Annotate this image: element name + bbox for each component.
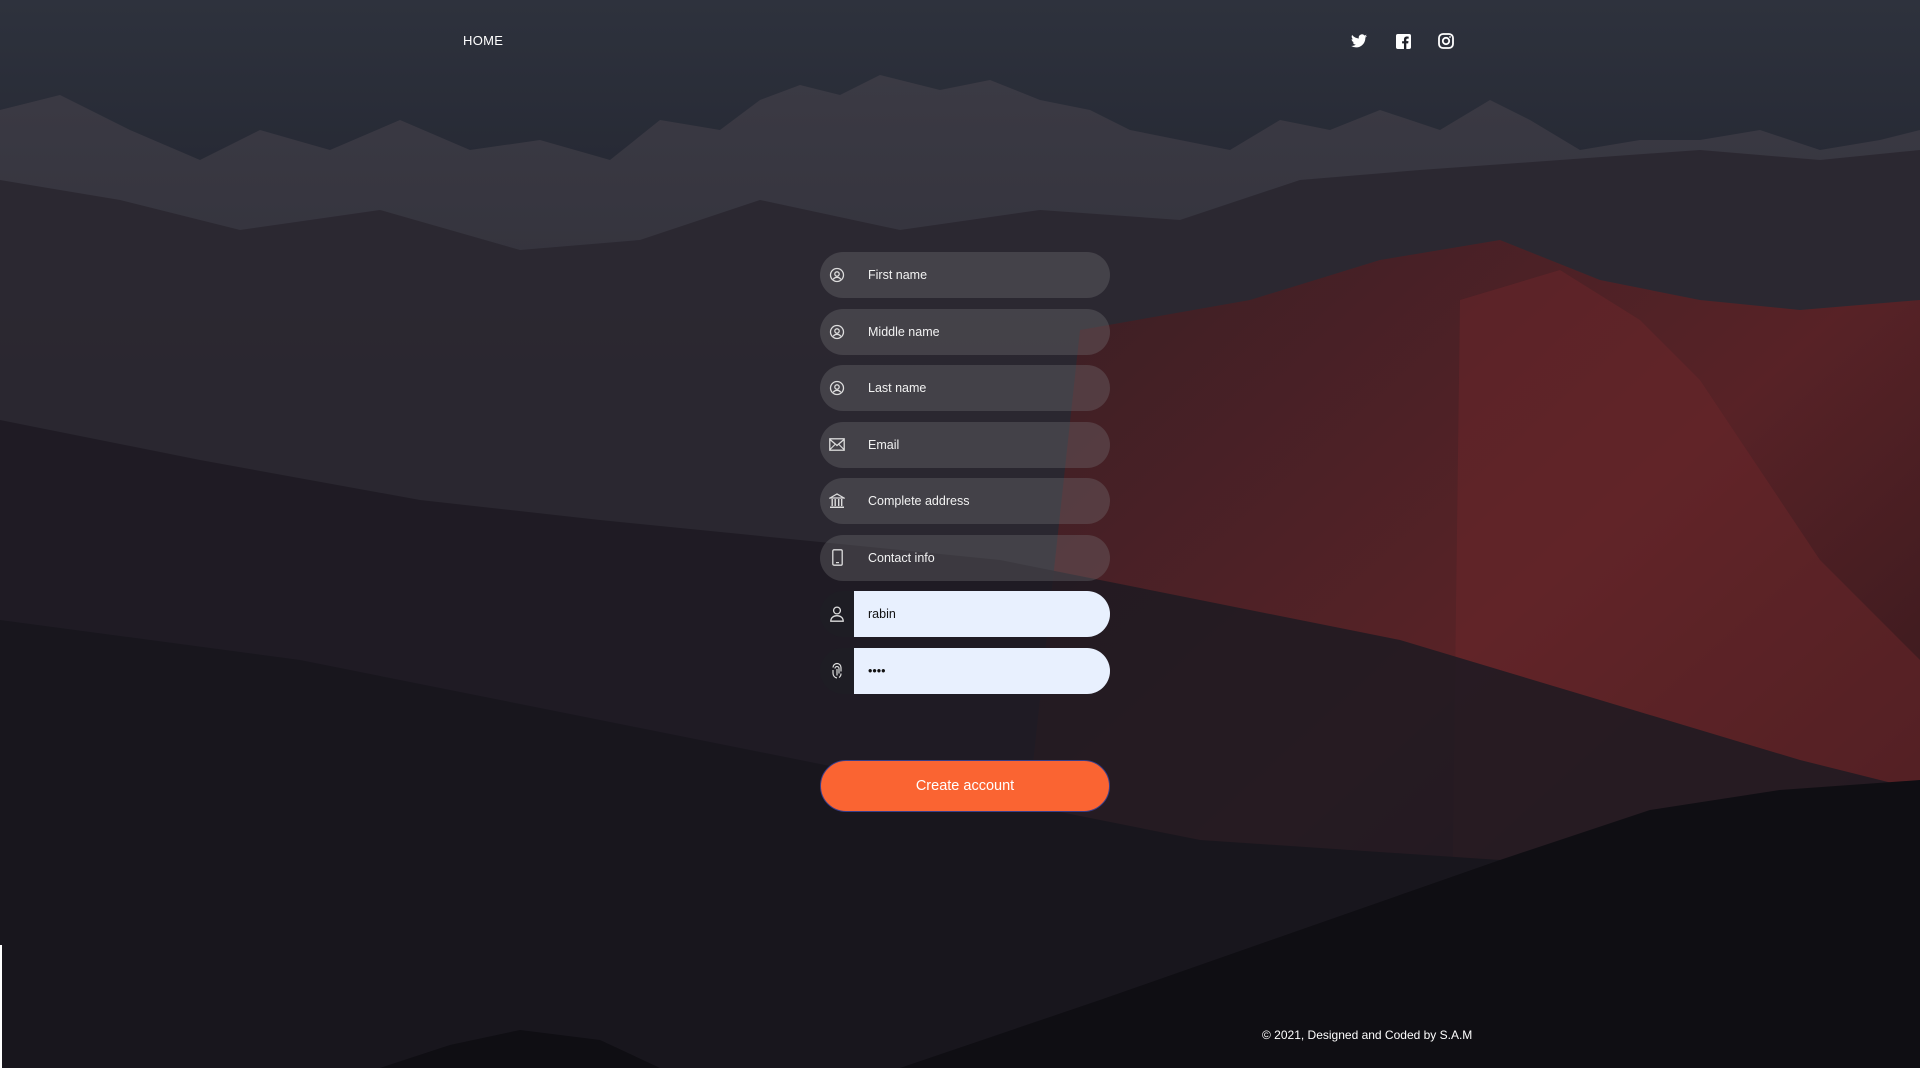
user-circle-icon <box>820 252 854 298</box>
address-input[interactable] <box>854 478 1110 524</box>
user-circle-icon <box>820 309 854 355</box>
email-input[interactable] <box>854 421 1110 468</box>
twitter-link[interactable] <box>1350 32 1368 50</box>
last-name-input[interactable] <box>854 365 1110 411</box>
middle-name-field <box>820 308 1110 355</box>
user-icon <box>820 591 854 637</box>
mobile-phone-icon <box>820 535 854 581</box>
first-name-input[interactable] <box>854 252 1110 298</box>
twitter-icon <box>1351 34 1367 48</box>
fingerprint-icon <box>820 648 854 694</box>
left-edge-strip <box>0 945 2 1068</box>
password-input[interactable] <box>854 647 1110 694</box>
facebook-icon <box>1395 33 1411 49</box>
envelope-icon <box>820 422 854 468</box>
footer-credit: © 2021, Designed and Coded by S.A.M <box>1262 1028 1473 1042</box>
instagram-icon <box>1438 33 1454 49</box>
signup-form <box>820 252 1110 704</box>
username-input[interactable] <box>854 591 1110 637</box>
contact-field <box>820 534 1110 581</box>
contact-input[interactable] <box>854 534 1110 581</box>
create-account-button[interactable]: Create account <box>820 760 1110 812</box>
instagram-link[interactable] <box>1437 32 1455 50</box>
email-field <box>820 421 1110 468</box>
address-field <box>820 478 1110 524</box>
first-name-field <box>820 252 1110 298</box>
facebook-link[interactable] <box>1394 32 1412 50</box>
last-name-field <box>820 365 1110 411</box>
username-field <box>820 591 1110 637</box>
password-field <box>820 647 1110 694</box>
middle-name-input[interactable] <box>854 308 1110 355</box>
user-circle-icon <box>820 365 854 411</box>
nav-home-link[interactable]: HOME <box>463 33 503 48</box>
bank-building-icon <box>820 478 854 524</box>
